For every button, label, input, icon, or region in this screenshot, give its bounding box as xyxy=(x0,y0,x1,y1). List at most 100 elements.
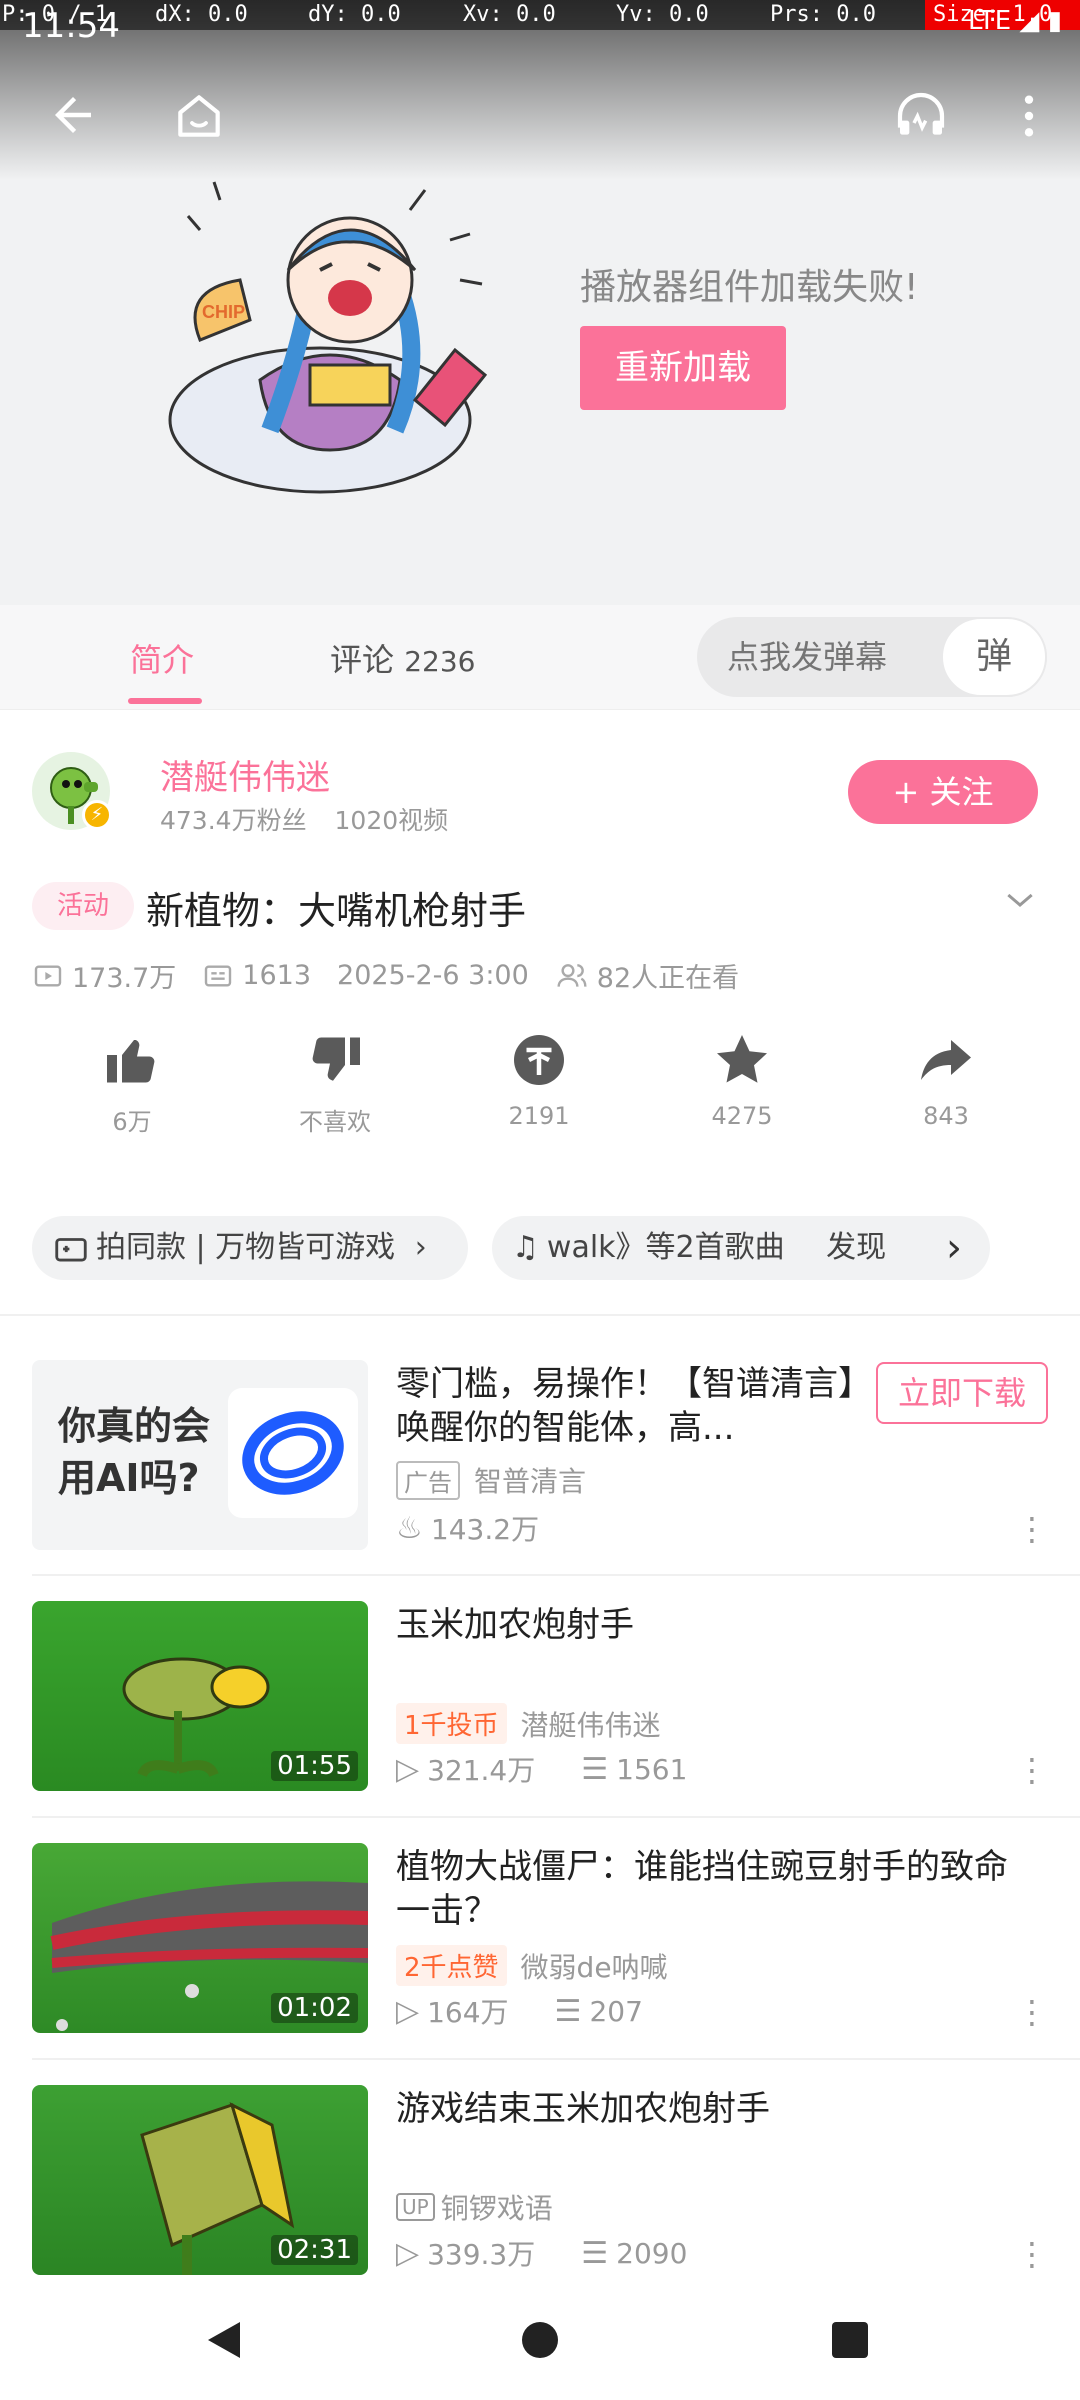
list-item[interactable]: 01:02 植物大战僵尸：谁能挡住豌豆射手的致命一击？ 2千点赞 微弱de呐喊 … xyxy=(32,1843,1048,2033)
more-vertical-icon[interactable]: ⋮ xyxy=(1016,1510,1048,1548)
discover-label: 发现 xyxy=(826,1230,887,1265)
network-type: LTE xyxy=(967,6,1012,36)
back-icon[interactable] xyxy=(38,80,108,150)
video-tags: 1千投币 潜艇伟伟迷 xyxy=(396,1703,661,1744)
tab-intro[interactable]: 简介 xyxy=(130,635,194,681)
video-thumbnail[interactable]: 01:02 xyxy=(32,1843,368,2033)
video-duration: 01:55 xyxy=(271,1751,358,1781)
danmaku-count: 2090 xyxy=(616,2236,688,2270)
uploader-fans: 473.4万粉丝 xyxy=(160,806,307,835)
reload-button[interactable]: 重新加载 xyxy=(580,326,786,410)
tab-comments[interactable]: 评论 2236 xyxy=(330,635,475,681)
ad-item[interactable]: 你真的会用AI吗? 零门槛，易操作！【智谱清言】唤醒你的智能体，高... 立即下… xyxy=(32,1360,1048,1550)
more-vertical-icon[interactable]: ⋮ xyxy=(1016,1993,1048,2031)
ad-brand: 智普清言 xyxy=(474,1465,587,1498)
more-vertical-icon[interactable]: ⋮ xyxy=(1016,2235,1048,2273)
play-count-icon: ▷ xyxy=(396,1751,420,1787)
publish-date: 2025-2-6 3:00 xyxy=(337,960,529,991)
danmaku-input[interactable] xyxy=(727,617,927,697)
danmaku-bar: 弹 xyxy=(697,617,1047,697)
more-vertical-icon[interactable]: ⋮ xyxy=(1016,1751,1048,1789)
star-icon xyxy=(717,1035,767,1083)
status-icons: LTE ◢ ▮ xyxy=(968,6,1062,36)
nav-home-icon[interactable] xyxy=(516,2314,564,2378)
video-stats: ▷ 339.3万 ☰ 2090 xyxy=(396,2233,733,2273)
video-tags: UP 铜锣戏语 xyxy=(396,2187,553,2227)
item-divider xyxy=(32,1816,1080,1818)
item-divider xyxy=(32,1574,1080,1576)
watching-count: 82人正在看 xyxy=(555,956,739,995)
uploader-video-count: 1020视频 xyxy=(334,806,449,835)
watching-icon xyxy=(557,963,587,987)
list-item[interactable]: 01:55 玉米加农炮射手 1千投币 潜艇伟伟迷 ▷ 321.4万 ☰ 1561 ⋮ xyxy=(32,1601,1048,1791)
ad-title[interactable]: 零门槛，易操作！【智谱清言】唤醒你的智能体，高... xyxy=(396,1362,856,1450)
view-count: 339.3万 xyxy=(427,2238,536,2271)
game-chip-label: 拍同款 | 万物皆可游戏 xyxy=(96,1230,396,1265)
video-thumbnail[interactable]: 02:31 xyxy=(32,2085,368,2275)
share-count: 843 xyxy=(923,1102,969,1130)
danmaku-count-icon: ☰ xyxy=(554,1993,582,2029)
view-count: 173.7万 xyxy=(32,956,176,995)
share-button[interactable]: 843 xyxy=(886,1030,1006,1130)
list-item[interactable]: 02:31 游戏结束玉米加农炮射手 UP 铜锣戏语 ▷ 339.3万 ☰ 2090 … xyxy=(32,2085,1048,2275)
debug-dy: dY: 0.0 xyxy=(308,2,401,27)
video-thumbnail[interactable]: 01:55 xyxy=(32,1601,368,1791)
nav-recents-icon[interactable] xyxy=(826,2314,874,2378)
ad-badge: 广告 xyxy=(396,1460,460,1500)
home-icon[interactable] xyxy=(164,80,234,150)
coin-button[interactable]: 2191 xyxy=(479,1030,599,1130)
player-error-text: 播放器组件加载失败! xyxy=(580,267,919,308)
coin-icon xyxy=(514,1035,564,1085)
danmaku-icon: 弹 xyxy=(975,636,1012,677)
video-title[interactable]: 植物大战僵尸：谁能挡住豌豆射手的致命一击？ xyxy=(396,1845,1016,1933)
activity-tag[interactable]: 活动 xyxy=(32,882,134,930)
music-chip[interactable]: ♫ walk》等2首歌曲 发现 xyxy=(492,1216,990,1280)
fire-icon: ♨ xyxy=(396,1510,423,1546)
music-chip-label: walk》等2首歌曲 xyxy=(546,1230,785,1265)
debug-xv: Xv: 0.0 xyxy=(463,2,556,27)
uploader-stats: 473.4万粉丝 1020视频 xyxy=(160,801,448,837)
game-chip[interactable]: 拍同款 | 万物皆可游戏 › xyxy=(32,1216,468,1280)
download-button[interactable]: 立即下载 xyxy=(876,1362,1048,1424)
video-author[interactable]: 铜锣戏语 xyxy=(441,2187,553,2227)
tab-comments-label: 评论 xyxy=(330,641,395,679)
video-meta: 173.7万 1613 2025-2-6 3:00 82人正在看 xyxy=(32,956,765,995)
music-note-icon: ♫ xyxy=(512,1230,539,1265)
video-author[interactable]: 微弱de呐喊 xyxy=(521,1946,668,1986)
favorite-button[interactable]: 4275 xyxy=(682,1030,802,1130)
favorite-count: 4275 xyxy=(711,1102,773,1130)
chevron-down-icon[interactable] xyxy=(1000,880,1040,929)
danmaku-toggle-button[interactable]: 弹 xyxy=(941,617,1047,697)
dislike-label: 不喜欢 xyxy=(299,1108,371,1136)
video-duration: 02:31 xyxy=(271,2235,358,2265)
tab-comments-count: 2236 xyxy=(404,645,476,678)
video-stats: ▷ 321.4万 ☰ 1561 xyxy=(396,1749,733,1789)
danmaku-count-icon: ☰ xyxy=(581,1751,609,1787)
lightning-badge-icon: ⚡ xyxy=(82,800,112,830)
uploader-name[interactable]: 潜艇伟伟迷 xyxy=(160,750,330,799)
follow-button[interactable]: + 关注 xyxy=(848,760,1038,824)
more-vertical-icon[interactable] xyxy=(994,80,1064,150)
ad-thumbnail[interactable]: 你真的会用AI吗? xyxy=(32,1360,368,1550)
signal-icon: ◢ xyxy=(1019,6,1040,36)
status-time: 11:54 xyxy=(22,6,120,46)
dislike-button[interactable]: 不喜欢 xyxy=(275,1030,395,1137)
up-badge: UP xyxy=(396,2193,435,2221)
play-count-icon: ▷ xyxy=(396,1993,420,2029)
video-duration: 01:02 xyxy=(271,1993,358,2023)
video-title[interactable]: 玉米加农炮射手 xyxy=(396,1603,1016,1647)
like-button[interactable]: 6万 xyxy=(72,1030,192,1137)
error-mascot-illustration: CHIP xyxy=(168,181,488,494)
headphones-icon[interactable] xyxy=(886,80,956,150)
game-icon xyxy=(55,1237,87,1262)
like-badge: 2千点赞 xyxy=(396,1945,507,1986)
ad-logo xyxy=(228,1388,358,1518)
chevron-right-icon[interactable]: › xyxy=(926,1220,982,1276)
video-author[interactable]: 潜艇伟伟迷 xyxy=(521,1704,661,1744)
coin-badge: 1千投币 xyxy=(396,1703,507,1744)
video-player: CHIP 播放器组件加载失败! 重新加载 xyxy=(0,0,1080,605)
video-title[interactable]: 游戏结束玉米加农炮射手 xyxy=(396,2087,1016,2131)
battery-icon: ▮ xyxy=(1047,6,1062,36)
video-actions: 6万 不喜欢 2191 4275 843 xyxy=(0,1030,1080,1150)
nav-back-icon[interactable] xyxy=(200,2314,248,2378)
